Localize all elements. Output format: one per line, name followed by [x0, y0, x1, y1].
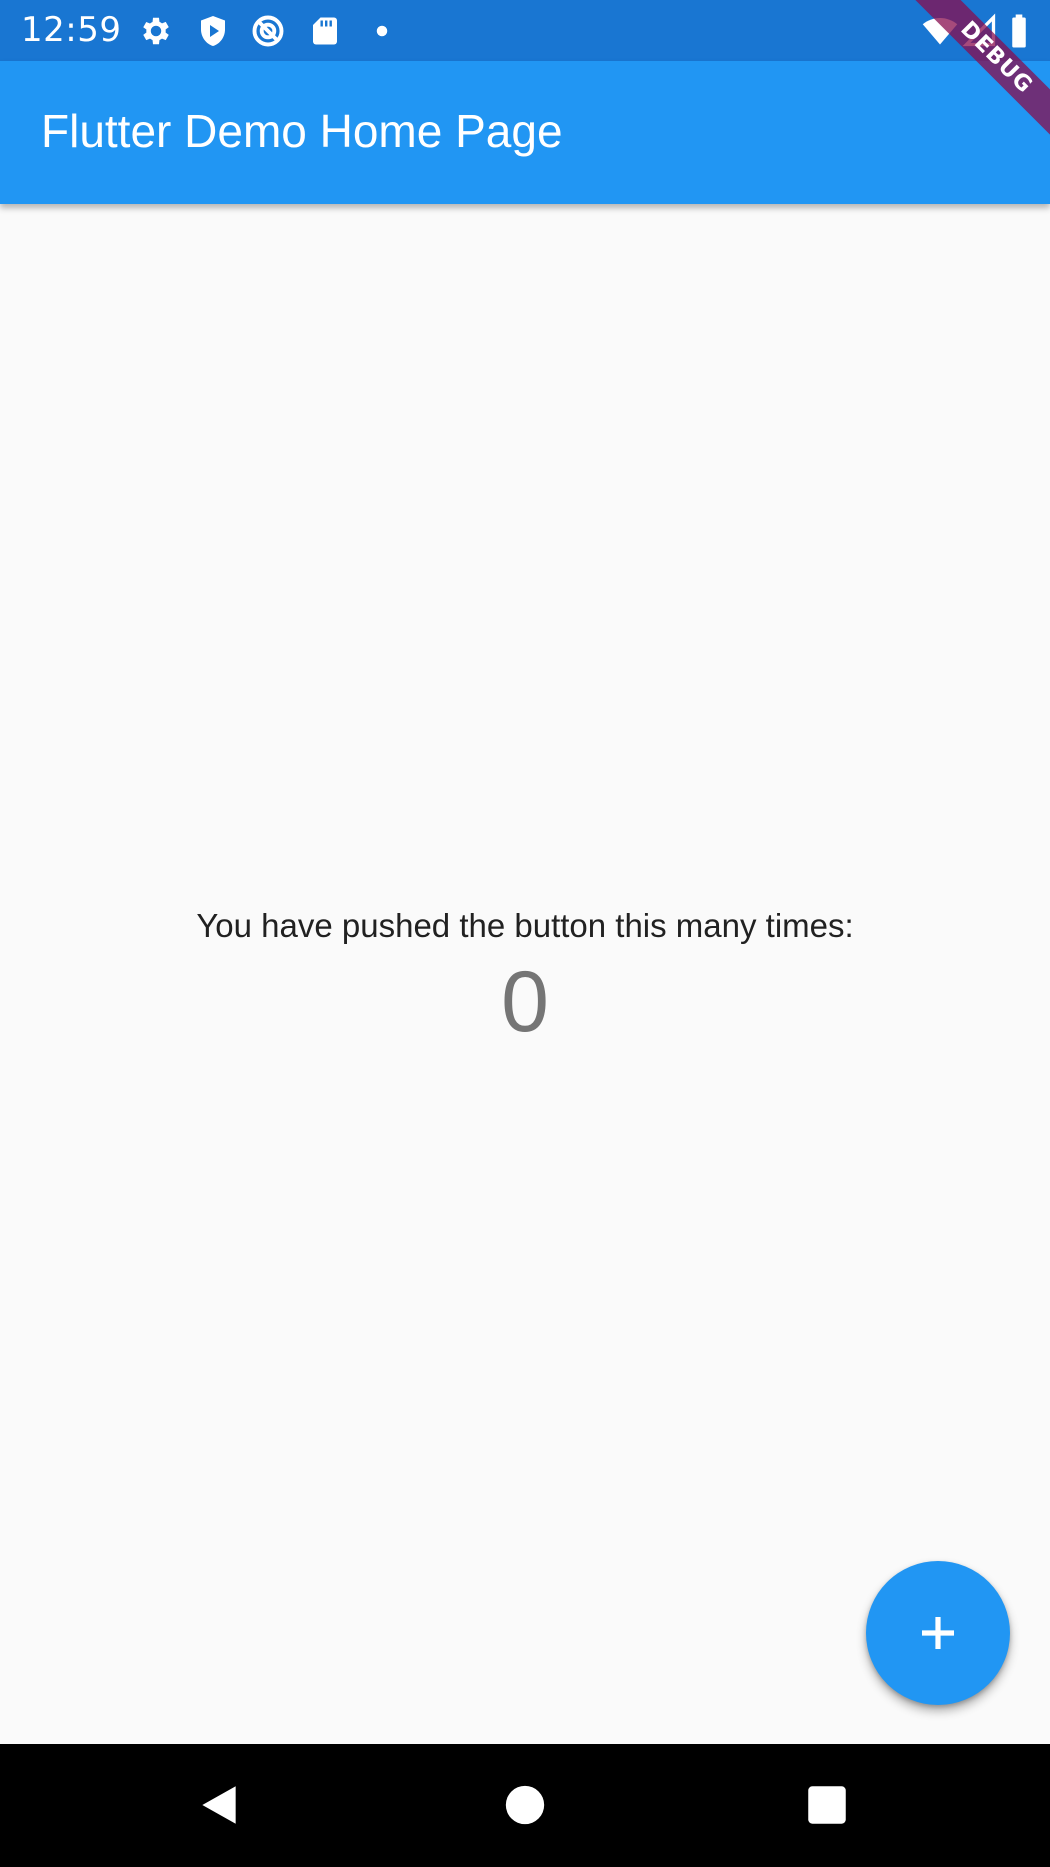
home-icon[interactable] [500, 1780, 550, 1830]
plus-icon [922, 1617, 954, 1649]
counter-value: 0 [501, 954, 549, 1050]
signal-icon [962, 13, 998, 49]
status-time: 12:59 [21, 10, 122, 50]
settings-icon [138, 13, 174, 49]
sd-card-icon [307, 13, 343, 49]
wifi-icon [920, 13, 960, 49]
screen: 12:59 DEBUG Flutter Demo Home Page You h… [0, 0, 1050, 1867]
battery-icon [1006, 13, 1032, 49]
increment-button[interactable] [866, 1561, 1010, 1705]
app-bar: Flutter Demo Home Page [0, 61, 1050, 204]
recents-icon[interactable] [802, 1780, 852, 1830]
back-icon[interactable] [194, 1780, 244, 1830]
navigation-bar [0, 1744, 1050, 1867]
vpn-icon [250, 13, 286, 49]
main-content: You have pushed the button this many tim… [0, 204, 1050, 1744]
shield-icon [195, 13, 231, 49]
counter-label: You have pushed the button this many tim… [196, 907, 854, 944]
status-bar: 12:59 [0, 0, 1050, 61]
dot-icon [364, 13, 400, 49]
page-title: Flutter Demo Home Page [41, 105, 563, 157]
